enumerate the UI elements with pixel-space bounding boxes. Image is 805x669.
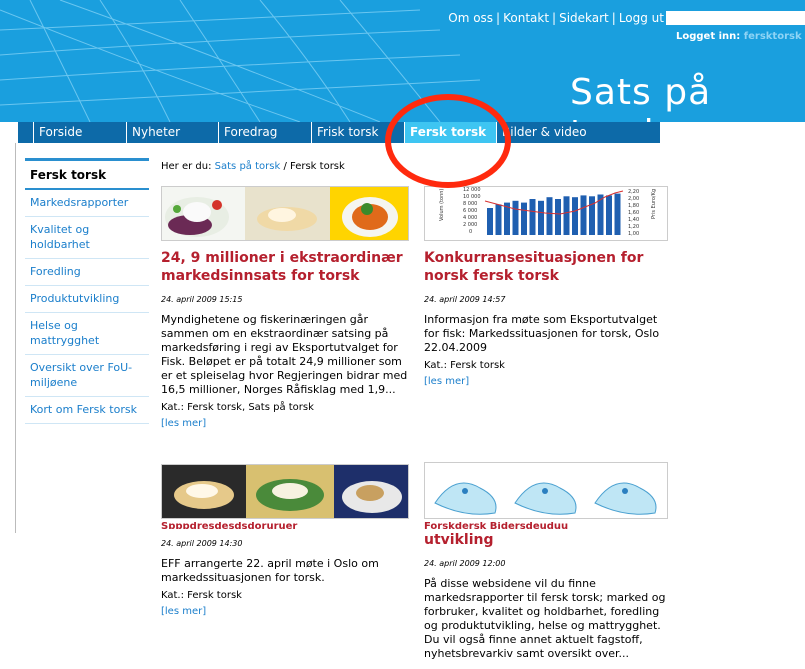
- article-date: 24. april 2009 14:30: [161, 539, 243, 548]
- chart-bar: [495, 204, 502, 235]
- sidebar-item-fou[interactable]: Oversikt over FoU-miljøene: [25, 355, 149, 397]
- chart-bar: [563, 196, 570, 235]
- logged-in-status: Logget inn: fersktorsk: [676, 31, 802, 42]
- sidebar-item-kvalitet[interactable]: Kvalitet og holdbarhet: [25, 217, 149, 259]
- chart-left-tick: 8 000: [463, 201, 477, 207]
- chart-bar: [555, 199, 561, 235]
- article-date: 24. april 2009 12:00: [424, 559, 506, 568]
- article-category: Kat.: Fersk torsk: [161, 590, 242, 601]
- breadcrumb-current: Fersk torsk: [290, 161, 345, 172]
- sidebar-item-kort-om[interactable]: Kort om Fersk torsk: [25, 397, 149, 424]
- chart-bar: [538, 200, 544, 235]
- chart-right-tick: 1,40: [628, 217, 639, 223]
- chart-bar: [614, 193, 621, 235]
- article-title-clipped[interactable]: Forskdersk Bidersdeuduu: [424, 522, 668, 529]
- article-title[interactable]: utvikling: [424, 531, 668, 549]
- chart-bar: [529, 199, 536, 235]
- article-body: Myndighetene og fiskerinæringen går samm…: [161, 313, 408, 396]
- chart-left-tick: 12 000: [463, 187, 481, 193]
- read-more-link[interactable]: [les mer]: [161, 418, 409, 429]
- breadcrumb-link[interactable]: Sats på torsk: [215, 161, 281, 172]
- chart-bar: [512, 200, 519, 235]
- sidebar: Fersk torsk Markedsrapporter Kvalitet og…: [25, 158, 149, 424]
- contact-link[interactable]: Kontakt: [503, 11, 549, 25]
- about-link[interactable]: Om oss: [448, 11, 493, 25]
- chart-left-tick: 4 000: [463, 215, 477, 221]
- chart-left-tick: 6 000: [463, 208, 477, 214]
- article-title-clipped[interactable]: Spppdresdesdsdoruruer: [161, 522, 409, 529]
- chart-bar: [580, 195, 587, 235]
- chart-right-tick: 2,20: [628, 189, 639, 195]
- chart-left-tick: 2 000: [463, 222, 477, 228]
- chart-right-tick: 1,20: [628, 224, 639, 230]
- article-card: Volum (tonn) 12 000 10 000 8 000 6 000 4…: [424, 186, 668, 387]
- article-title[interactable]: Konkurransesituasjonen for norsk fersk t…: [424, 249, 668, 285]
- article-category: Kat.: Fersk torsk, Sats på torsk: [161, 402, 314, 413]
- sidebar-item-foredling[interactable]: Foredling: [25, 259, 149, 286]
- read-more-link[interactable]: [les mer]: [161, 606, 409, 617]
- logged-in-label: Logget inn:: [676, 31, 741, 42]
- chart-bar: [572, 197, 578, 235]
- site-title: Sats på torsk: [570, 72, 712, 122]
- nav-item-forside[interactable]: Forside: [33, 122, 130, 143]
- chart-right-tick: 1,80: [628, 203, 639, 209]
- site-banner: Om oss | Kontakt | Sidekart | Logg ut Logget i…: [0, 0, 805, 122]
- article-title[interactable]: 24, 9 millioner i ekstraordinær markedsi…: [161, 249, 409, 285]
- main-nav: Forside Nyheter Foredrag Frisk torsk Fer…: [18, 122, 660, 143]
- nav-right-blank: [660, 122, 805, 143]
- chart-right-tick: 1,60: [628, 210, 639, 216]
- chart-right-tick: 2,00: [628, 196, 639, 202]
- article-card: 24, 9 millioner i ekstraordinær markedsi…: [161, 186, 409, 429]
- nav-item-foredrag[interactable]: Foredrag: [218, 122, 311, 143]
- sitemap-link[interactable]: Sidekart: [559, 11, 609, 25]
- sidebar-item-produktutvikling[interactable]: Produktutvikling: [25, 286, 149, 313]
- chart-bar: [546, 197, 553, 235]
- chart-bar: [606, 195, 612, 235]
- article-image[interactable]: [424, 462, 668, 519]
- logout-link[interactable]: Logg ut: [619, 11, 664, 25]
- chart-bar: [589, 196, 595, 235]
- article-chart-image[interactable]: Volum (tonn) 12 000 10 000 8 000 6 000 4…: [424, 186, 668, 241]
- nav-item-nyheter[interactable]: Nyheter: [126, 122, 218, 143]
- chart-left-axis-label: Volum (tonn): [439, 189, 445, 221]
- top-links: Om oss | Kontakt | Sidekart | Logg ut: [448, 11, 664, 25]
- article-body: Informasjon fra møte som Eksportutvalget…: [424, 313, 660, 354]
- article-body: EFF arrangerte 22. april møte i Oslo om …: [161, 557, 379, 584]
- chart-left-tick: 10 000: [463, 194, 481, 200]
- highlight-circle-annotation: [385, 94, 511, 188]
- search-input[interactable]: [666, 11, 805, 25]
- breadcrumb-prefix: Her er du:: [161, 161, 212, 172]
- sidebar-heading: Fersk torsk: [25, 158, 149, 190]
- article-image[interactable]: [161, 464, 409, 519]
- article-category: Kat.: Fersk torsk: [424, 360, 505, 371]
- breadcrumb: Her er du: Sats på torsk / Fersk torsk: [161, 161, 345, 172]
- article-date: 24. april 2009 14:57: [424, 295, 506, 304]
- read-more-link[interactable]: [les mer]: [424, 376, 668, 387]
- article-image[interactable]: [161, 186, 409, 241]
- article-card: Forskdersk Bidersdeuduu utvikling 24. ap…: [424, 462, 668, 661]
- chart-right-axis-label: Pris Euro/Kg: [651, 189, 657, 219]
- breadcrumb-separator: /: [283, 161, 287, 172]
- sidebar-item-markedsrapporter[interactable]: Markedsrapporter: [25, 190, 149, 217]
- chart-left-tick: 0: [469, 229, 472, 235]
- chart-bar: [487, 208, 493, 235]
- left-divider: [15, 143, 16, 533]
- article-body: På disse websidene vil du finne markedsr…: [424, 577, 666, 660]
- article-date: 24. april 2009 15:15: [161, 295, 243, 304]
- sidebar-item-helse[interactable]: Helse og mattrygghet: [25, 313, 149, 355]
- logged-in-user[interactable]: fersktorsk: [744, 31, 802, 42]
- chart-bar: [521, 202, 527, 235]
- chart-right-tick: 1,00: [628, 231, 639, 237]
- article-card: Spppdresdesdsdoruruer 24. april 2009 14:…: [161, 464, 409, 617]
